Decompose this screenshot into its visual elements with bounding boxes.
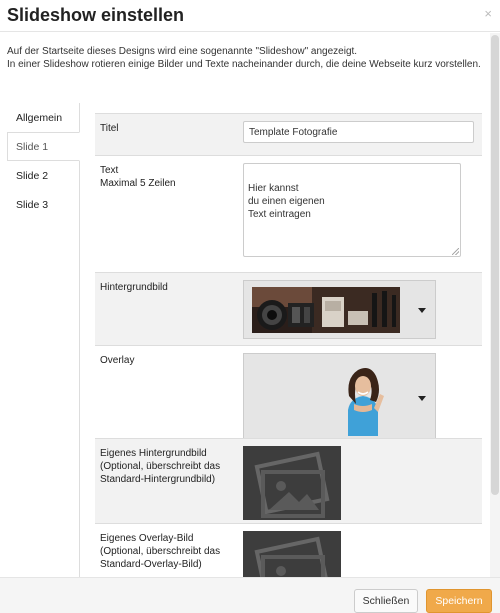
custom-overlay-row: Eigenes Overlay-Bild (Optional, überschr…	[95, 523, 482, 577]
title-label: Titel	[100, 123, 119, 134]
intro-text: Auf der Startseite dieses Designs wird e…	[7, 46, 481, 70]
slide-form: Titel Text Maximal 5 Zeilen Hier kannst …	[95, 113, 482, 577]
overlay-image-select[interactable]	[243, 353, 436, 442]
overlay-label: Overlay	[100, 355, 135, 366]
background-image-select[interactable]	[243, 280, 436, 339]
background-row: Hintergrundbild	[95, 272, 482, 345]
resize-grip-icon[interactable]	[452, 248, 459, 255]
title-row: Titel	[95, 113, 482, 155]
tab-slide-1[interactable]: Slide 1	[7, 132, 80, 161]
text-label-main: Text	[100, 165, 119, 176]
custom-background-row: Eigenes Hintergrundbild (Optional, übers…	[95, 438, 482, 523]
slide-tabs: Allgemein Slide 1 Slide 2 Slide 3	[7, 103, 80, 219]
text-textarea[interactable]: Hier kannst du einen eigenen Text eintra…	[243, 163, 461, 257]
smiling-woman-photo	[348, 368, 384, 436]
tab-slide-3[interactable]: Slide 3	[7, 190, 80, 219]
background-label: Hintergrundbild	[100, 282, 168, 293]
chevron-down-icon	[418, 396, 426, 401]
custom-background-upload[interactable]	[243, 446, 341, 520]
text-row: Text Maximal 5 Zeilen Hier kannst du ein…	[95, 155, 482, 272]
custom-overlay-label: Eigenes Overlay-Bild (Optional, überschr…	[100, 533, 221, 570]
title-input[interactable]	[243, 121, 474, 143]
text-textarea-value: Hier kannst du einen eigenen Text eintra…	[248, 183, 325, 220]
tab-allgemein[interactable]: Allgemein	[7, 103, 80, 132]
scrollbar-thumb[interactable]	[491, 35, 499, 495]
text-label-hint: Maximal 5 Zeilen	[100, 178, 176, 189]
chevron-down-icon	[418, 308, 426, 313]
dialog-body[interactable]: Auf der Startseite dieses Designs wird e…	[0, 33, 500, 577]
dialog-title: Slideshow einstellen	[7, 5, 185, 25]
overlay-row: Overlay	[95, 345, 482, 442]
camera-lenses-photo	[252, 287, 400, 333]
text-label: Text Maximal 5 Zeilen	[100, 164, 240, 190]
image-placeholder-icon	[254, 536, 330, 577]
save-button[interactable]: Speichern	[426, 589, 492, 613]
dialog-header: Slideshow einstellen ×	[0, 0, 500, 32]
dialog-footer: Schließen Speichern	[0, 577, 500, 613]
slide-settings-panel: Titel Text Maximal 5 Zeilen Hier kannst …	[79, 103, 482, 577]
tab-slide-2[interactable]: Slide 2	[7, 161, 80, 190]
close-button[interactable]: Schließen	[354, 589, 418, 613]
close-icon[interactable]: ×	[484, 6, 492, 21]
scrollbar[interactable]	[490, 33, 500, 577]
image-placeholder-icon	[254, 451, 330, 518]
custom-background-label: Eigenes Hintergrundbild (Optional, übers…	[100, 448, 221, 485]
custom-overlay-upload[interactable]	[243, 531, 341, 577]
